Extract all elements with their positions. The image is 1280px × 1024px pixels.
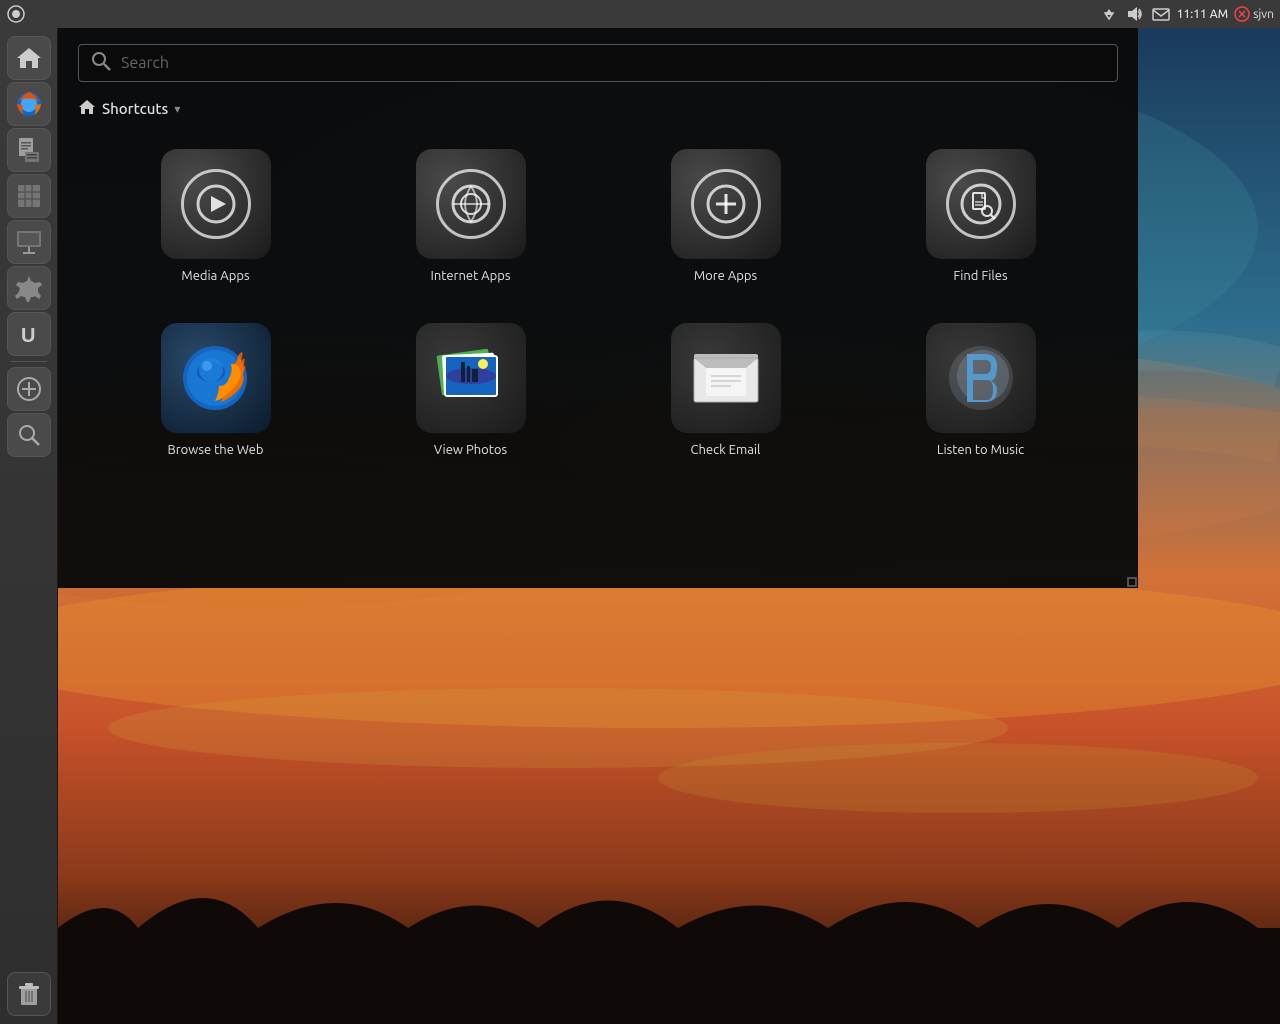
app-listen-music[interactable]: Listen to Music <box>863 313 1098 467</box>
more-apps-icon-box <box>671 149 781 259</box>
launcher-firefox[interactable] <box>7 82 51 126</box>
launcher-search-sidebar[interactable] <box>7 413 51 457</box>
launcher-separator-1 <box>11 361 47 362</box>
app-grid: Media Apps Internet Apps <box>98 139 1098 487</box>
launcher-settings[interactable] <box>7 266 51 310</box>
media-apps-icon-box <box>161 149 271 259</box>
more-apps-label: More Apps <box>694 269 757 283</box>
check-email-label: Check Email <box>691 443 761 457</box>
breadcrumb-dropdown-arrow[interactable]: ▾ <box>174 102 180 116</box>
internet-apps-label: Internet Apps <box>431 269 511 283</box>
view-photos-label: View Photos <box>434 443 507 457</box>
panel-time: 11:11 AM <box>1177 8 1228 21</box>
breadcrumb: Shortcuts ▾ <box>78 98 1118 119</box>
top-panel-right: 11:11 AM sjvn <box>1099 4 1274 24</box>
resize-handle[interactable] <box>1118 568 1138 588</box>
panel-username: sjvn <box>1253 8 1274 21</box>
app-browse-web[interactable]: Browse the Web <box>98 313 333 467</box>
launcher-software[interactable]: U <box>7 312 51 356</box>
app-view-photos[interactable]: View Photos <box>353 313 588 467</box>
launcher-spreadsheet[interactable] <box>7 174 51 218</box>
svg-text:U: U <box>21 325 35 347</box>
search-icon <box>91 51 111 75</box>
launcher-home[interactable] <box>7 36 51 80</box>
launcher: U <box>0 28 58 1024</box>
search-input[interactable] <box>121 54 1105 72</box>
top-panel-left <box>6 4 26 24</box>
app-internet-apps[interactable]: Internet Apps <box>353 139 588 293</box>
mail-icon[interactable] <box>1151 4 1171 24</box>
app-find-files[interactable]: Find Files <box>863 139 1098 293</box>
internet-apps-circle-icon <box>436 169 506 239</box>
media-apps-circle-icon <box>181 169 251 239</box>
top-panel: 11:11 AM sjvn <box>0 0 1280 28</box>
app-check-email[interactable]: Check Email <box>608 313 843 467</box>
launcher-add[interactable] <box>7 367 51 411</box>
listen-music-label: Listen to Music <box>937 443 1024 457</box>
find-files-label: Find Files <box>953 269 1007 283</box>
volume-icon[interactable] <box>1125 4 1145 24</box>
search-bar-container <box>78 44 1118 82</box>
launcher-bottom-area <box>7 972 51 1016</box>
network-arrows-icon[interactable] <box>1099 4 1119 24</box>
launcher-presentation[interactable] <box>7 220 51 264</box>
app-more-apps[interactable]: More Apps <box>608 139 843 293</box>
media-apps-label: Media Apps <box>181 269 249 283</box>
breadcrumb-current: Shortcuts <box>102 100 168 117</box>
launcher-documents[interactable] <box>7 128 51 172</box>
system-icon[interactable] <box>6 4 26 24</box>
internet-apps-icon-box <box>416 149 526 259</box>
more-apps-circle-icon <box>691 169 761 239</box>
find-files-icon-box <box>926 149 1036 259</box>
launcher-panel: Shortcuts ▾ Media Apps <box>58 28 1138 588</box>
view-photos-icon-box <box>416 323 526 433</box>
launcher-trash[interactable] <box>7 972 51 1016</box>
browse-web-icon-box <box>161 323 271 433</box>
listen-music-icon-box <box>926 323 1036 433</box>
check-email-icon-box <box>671 323 781 433</box>
app-media-apps[interactable]: Media Apps <box>98 139 333 293</box>
browse-web-label: Browse the Web <box>168 443 264 457</box>
breadcrumb-home-icon[interactable] <box>78 98 96 119</box>
find-files-circle-icon <box>946 169 1016 239</box>
panel-user[interactable]: sjvn <box>1234 6 1274 22</box>
